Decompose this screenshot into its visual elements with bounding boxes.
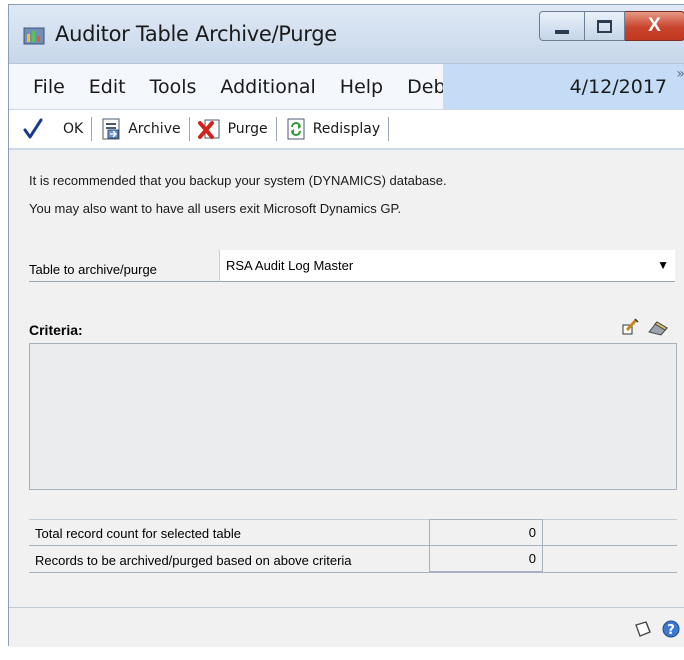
total-record-count-row: Total record count for selected table 0 — [29, 519, 677, 546]
archive-label: Archive — [128, 121, 181, 137]
form-body: It is recommended that you backup your s… — [9, 150, 684, 607]
maximize-icon — [597, 19, 612, 33]
menu-tools[interactable]: Tools — [150, 76, 197, 98]
purge-icon — [197, 119, 220, 139]
user-date[interactable]: 4/12/2017 — [570, 76, 667, 98]
action-toolbar: OK Archive Purge Redisplay — [9, 109, 684, 149]
clear-criteria-icon[interactable] — [647, 318, 669, 336]
status-bar: ? — [9, 607, 684, 647]
menu-additional[interactable]: Additional — [220, 76, 315, 98]
table-to-archive-label: Table to archive/purge — [29, 254, 219, 282]
toolbar-separator — [388, 117, 390, 141]
total-record-count-value: 0 — [429, 519, 543, 546]
menu-file[interactable]: File — [33, 76, 65, 98]
table-dropdown-value: RSA Audit Log Master — [226, 258, 354, 273]
user-date-area[interactable]: 4/12/2017 » — [443, 64, 684, 109]
redisplay-icon — [287, 118, 305, 140]
menu-help[interactable]: Help — [340, 76, 383, 98]
redisplay-button[interactable]: Redisplay — [279, 114, 386, 144]
backup-note: It is recommended that you backup your s… — [29, 173, 447, 188]
records-to-purge-row: Records to be archived/purged based on a… — [29, 545, 677, 573]
ok-button[interactable]: OK — [17, 114, 89, 144]
minimize-button[interactable] — [539, 11, 585, 41]
archive-button[interactable]: Archive — [94, 114, 186, 144]
exit-users-note: You may also want to have all users exit… — [29, 201, 402, 216]
title-bar: Auditor Table Archive/Purge X — [9, 5, 684, 63]
help-icon[interactable]: ? — [661, 619, 681, 639]
menu-edit[interactable]: Edit — [89, 76, 126, 98]
archive-icon — [102, 118, 120, 140]
menu-bar: File Edit Tools Additional Help Debug 4/… — [9, 63, 684, 109]
criteria-label: Criteria: — [29, 322, 83, 338]
redisplay-label: Redisplay — [312, 121, 381, 137]
toolbar-separator — [275, 117, 277, 141]
toolbar-separator — [91, 117, 93, 141]
note-icon[interactable] — [633, 619, 653, 639]
window-title: Auditor Table Archive/Purge — [55, 22, 337, 46]
archive-purge-window: Auditor Table Archive/Purge X File Edit … — [8, 4, 684, 647]
toolbar-separator — [188, 117, 190, 141]
edit-criteria-icon[interactable] — [621, 318, 639, 336]
minimize-icon — [555, 30, 569, 34]
maximize-button[interactable] — [585, 11, 625, 41]
ok-label: OK — [63, 121, 84, 137]
checkmark-icon — [23, 118, 43, 139]
table-dropdown[interactable]: RSA Audit Log Master ▼ — [219, 250, 675, 282]
dropdown-arrow-icon[interactable]: ▼ — [657, 258, 669, 272]
criteria-list[interactable] — [29, 343, 677, 490]
svg-text:?: ? — [667, 623, 675, 638]
close-button[interactable]: X — [625, 11, 684, 41]
purge-button[interactable]: Purge — [192, 114, 274, 144]
purge-label: Purge — [227, 121, 268, 137]
overflow-chevron-icon[interactable]: » — [676, 66, 684, 82]
records-to-purge-label: Records to be archived/purged based on a… — [35, 553, 352, 568]
app-icon — [23, 27, 45, 45]
total-record-count-label: Total record count for selected table — [35, 526, 241, 541]
close-icon: X — [648, 15, 661, 36]
records-to-purge-value: 0 — [429, 545, 543, 572]
